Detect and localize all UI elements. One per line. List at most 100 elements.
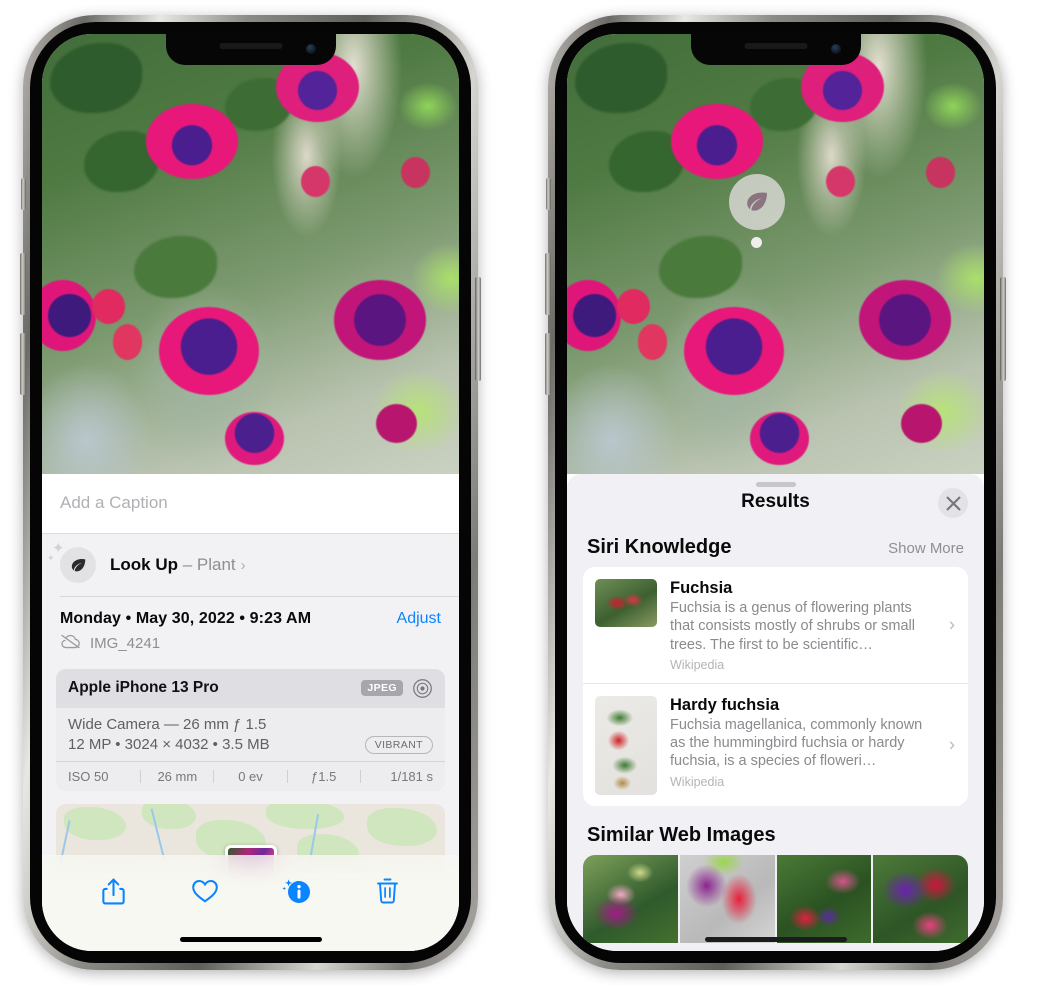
- flower-blossom: [858, 280, 951, 360]
- flower-bud: [112, 324, 143, 360]
- result-description: Fuchsia magellanica, commonly known as t…: [670, 716, 923, 770]
- silent-switch[interactable]: [21, 178, 26, 210]
- close-icon: [946, 496, 960, 510]
- speaker-grille-icon: [744, 43, 807, 49]
- list-item[interactable]: Hardy fuchsia Fuchsia magellanica, commo…: [583, 682, 968, 806]
- photo-specs: 12 MP • 3024 × 4032 • 3.5 MB: [68, 736, 270, 753]
- chevron-right-icon: ›: [949, 614, 955, 635]
- result-description: Fuchsia is a genus of flowering plants t…: [670, 600, 915, 653]
- exif-iso: ISO 50: [68, 768, 109, 784]
- caption-field-row[interactable]: Add a Caption: [42, 474, 459, 534]
- style-badge: VIBRANT: [364, 735, 433, 754]
- flower-blossom: [375, 403, 418, 444]
- flower-blossom: [683, 306, 784, 395]
- flower-blossom: [750, 412, 809, 466]
- caption-input[interactable]: Add a Caption: [60, 493, 441, 513]
- power-button[interactable]: [1000, 277, 1006, 381]
- sparkle-small-icon: ✦: [47, 553, 55, 563]
- flower-blossom: [146, 104, 238, 180]
- adjust-button[interactable]: Adjust: [397, 610, 441, 628]
- photo-info-sheet: Add a Caption ✦ ✦ Look Up – Plant › Mond…: [42, 474, 459, 951]
- results-title: Results: [741, 491, 810, 512]
- silent-switch[interactable]: [546, 178, 551, 210]
- look-up-title: Look Up: [110, 555, 178, 574]
- delete-button[interactable]: [364, 869, 410, 913]
- similar-web-images-grid: [583, 854, 968, 943]
- show-more-button[interactable]: Show More: [888, 540, 964, 557]
- look-up-subject: Plant: [196, 555, 236, 574]
- result-body: Fuchsia Fuchsia is a genus of flowering …: [670, 579, 956, 672]
- date-row: Monday • May 30, 2022 • 9:23 AM Adjust: [42, 597, 459, 631]
- format-badge: JPEG: [361, 680, 403, 696]
- web-image-4[interactable]: [873, 854, 968, 943]
- file-row: IMG_4241: [42, 631, 459, 667]
- iphone-left: Add a Caption ✦ ✦ Look Up – Plant › Mond…: [20, 15, 481, 970]
- result-title: Fuchsia: [670, 579, 733, 597]
- exif-focal: 26 mm: [157, 768, 198, 784]
- flower-blossom: [333, 280, 426, 360]
- map-green-area: [266, 803, 344, 830]
- map-green-area: [141, 803, 197, 830]
- screen-right: Results Siri Knowledge Show More Fuchsia…: [567, 34, 984, 951]
- volume-down-button[interactable]: [20, 333, 26, 395]
- web-image-2[interactable]: [679, 854, 775, 943]
- section-title: Siri Knowledge: [587, 536, 732, 558]
- lens-info: Wide Camera — 26 mm ƒ 1.5: [68, 715, 267, 733]
- file-name: IMG_4241: [90, 635, 161, 652]
- home-indicator[interactable]: [704, 937, 847, 942]
- screen-left: Add a Caption ✦ ✦ Look Up – Plant › Mond…: [42, 34, 459, 951]
- volume-up-button[interactable]: [20, 253, 26, 315]
- visual-look-up-badge[interactable]: [729, 174, 785, 230]
- web-image-3[interactable]: [776, 854, 872, 943]
- share-button[interactable]: [91, 869, 137, 913]
- camera-info-card: Apple iPhone 13 Pro JPEG Wide Camera — 2…: [56, 668, 445, 791]
- photo-viewer[interactable]: [42, 34, 459, 474]
- look-up-icon-group: ✦ ✦: [47, 541, 96, 583]
- result-thumbnail: [595, 695, 657, 795]
- section-title: Similar Web Images: [587, 823, 776, 846]
- visual-look-up-anchor-dot: [751, 237, 762, 248]
- flower-blossom: [158, 306, 259, 395]
- front-camera-icon: [305, 44, 316, 54]
- favorite-button[interactable]: [182, 869, 228, 913]
- flower-blossom: [671, 104, 763, 180]
- look-up-row[interactable]: ✦ ✦ Look Up – Plant ›: [42, 534, 459, 596]
- front-camera-icon: [830, 44, 841, 54]
- result-source: Wikipedia: [670, 774, 725, 789]
- power-button[interactable]: [475, 277, 481, 381]
- exif-row: ISO 50 26 mm 0 ev ƒ1.5 1/181 s: [56, 760, 445, 791]
- aperture-icon: [412, 678, 433, 699]
- look-up-label: Look Up – Plant: [110, 555, 236, 575]
- list-item[interactable]: Fuchsia Fuchsia is a genus of flowering …: [583, 567, 968, 683]
- cloud-slash-icon: [60, 634, 81, 654]
- exif-aperture: ƒ1.5: [311, 768, 337, 784]
- result-body: Hardy fuchsia Fuchsia magellanica, commo…: [670, 696, 956, 795]
- photo-date: Monday • May 30, 2022 • 9:23 AM: [60, 609, 312, 627]
- result-source: Wikipedia: [670, 657, 725, 672]
- siri-knowledge-card: Fuchsia Fuchsia is a genus of flowering …: [583, 567, 968, 806]
- result-title: Hardy fuchsia: [670, 695, 780, 714]
- chevron-right-icon: ›: [949, 734, 955, 755]
- flower-blossom: [225, 412, 284, 466]
- volume-up-button[interactable]: [545, 253, 551, 315]
- web-image-1[interactable]: [583, 854, 678, 943]
- chevron-right-icon: ›: [240, 556, 246, 574]
- speaker-grille-icon: [219, 43, 282, 49]
- info-button[interactable]: [273, 869, 319, 913]
- siri-knowledge-header: Siri Knowledge Show More: [567, 530, 984, 567]
- camera-model: Apple iPhone 13 Pro: [68, 679, 219, 696]
- flower-bud: [400, 157, 430, 188]
- flower-blossom: [900, 403, 943, 444]
- home-indicator[interactable]: [179, 937, 322, 942]
- notch: [690, 34, 861, 65]
- close-button[interactable]: [938, 488, 968, 518]
- photo-viewer[interactable]: [567, 34, 984, 474]
- map-green-area: [63, 806, 126, 840]
- similar-web-images-header: Similar Web Images: [567, 806, 984, 855]
- results-sheet: Results Siri Knowledge Show More Fuchsia…: [567, 474, 984, 951]
- notch: [165, 34, 336, 65]
- volume-down-button[interactable]: [545, 333, 551, 395]
- iphone-right: Results Siri Knowledge Show More Fuchsia…: [545, 15, 1006, 970]
- specs-row: 12 MP • 3024 × 4032 • 3.5 MB VIBRANT: [68, 735, 433, 754]
- leaf-icon: [60, 547, 96, 583]
